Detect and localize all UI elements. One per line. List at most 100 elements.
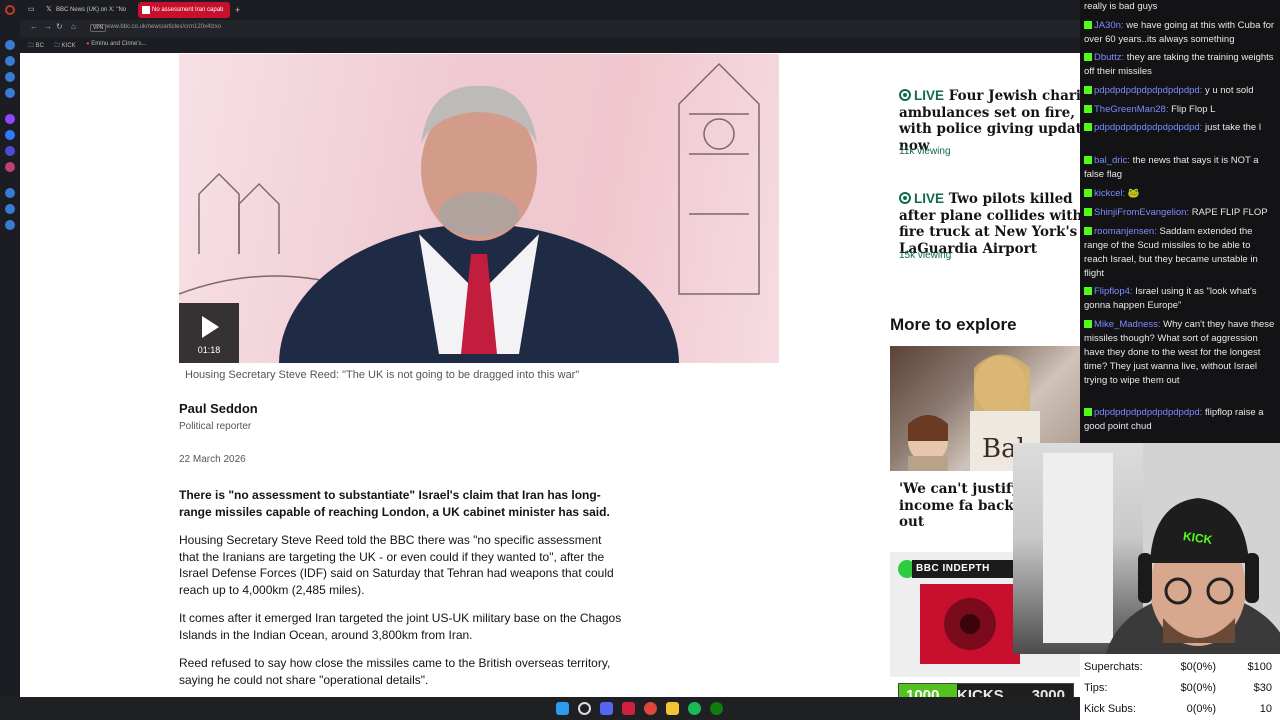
chat-username[interactable]: Mike_Madness: xyxy=(1094,319,1161,330)
publish-date: 22 March 2026 xyxy=(179,454,246,465)
file-explorer-icon[interactable] xyxy=(666,702,679,715)
chat-username[interactable]: Flipflop4: xyxy=(1094,286,1133,297)
windows-taskbar xyxy=(0,697,1080,720)
kick-badge-icon xyxy=(1084,21,1092,29)
home-icon[interactable]: ⌂ xyxy=(71,22,76,31)
kick-badge-icon xyxy=(1084,156,1092,164)
tab-workspaces[interactable]: ▭ xyxy=(24,2,38,18)
kick-badge-icon xyxy=(1084,287,1092,295)
bookmark-folder-bc[interactable]: 🗀 BC xyxy=(28,41,44,51)
settings-icon[interactable] xyxy=(5,220,15,230)
extensions-icon[interactable] xyxy=(5,88,15,98)
article-page: 01:18 Housing Secretary Steve Reed: "The… xyxy=(20,53,1080,697)
player-icon[interactable] xyxy=(5,188,15,198)
kick-badge-icon xyxy=(1084,86,1092,94)
opera-gx-icon[interactable] xyxy=(622,702,635,715)
play-button[interactable]: 01:18 xyxy=(179,303,239,363)
video-still-image xyxy=(179,62,760,363)
chat-username[interactable]: kickcel: xyxy=(1094,188,1125,199)
viewer-count: 11k viewing xyxy=(899,146,951,157)
live-tag: LIVE xyxy=(914,88,945,103)
video-caption: Housing Secretary Steve Reed: "The UK is… xyxy=(185,369,580,381)
chat-username[interactable]: pdpdpdpdpdpdpdpdpdpd: xyxy=(1094,85,1202,96)
streamer-image xyxy=(1043,443,1280,654)
explore-heading: More to explore xyxy=(890,315,1017,334)
donation-stats: Superchats: $0(0%) $100 Tips: $0(0%) $30… xyxy=(1080,654,1280,720)
article-paragraph: Housing Secretary Steve Reed told the BB… xyxy=(179,533,614,597)
chat-message: TheGreenMan28: Flip Flop L xyxy=(1084,103,1276,117)
live-icon xyxy=(899,192,911,204)
chat-message: bal_dric: the news that says it is NOT a… xyxy=(1084,155,1259,180)
xbox-icon[interactable] xyxy=(710,702,723,715)
kick-badge-icon xyxy=(1084,53,1092,61)
x-logo-icon: 𝕏 xyxy=(46,6,52,13)
bookmark-folder-kick[interactable]: 🗀 KICK xyxy=(54,41,76,51)
chat-message: ShinjiFromEvangelion: RAPE FLIP FLOP xyxy=(1084,206,1276,220)
video-player[interactable]: 01:18 xyxy=(179,54,779,363)
article-paragraph: It comes after it emerged Iran targeted … xyxy=(179,611,622,642)
stat-tips: Tips: $0(0%) $30 xyxy=(1084,682,1272,694)
chat-message: pdpdpdpdpdpdpdpdpdpd: y u not sold xyxy=(1084,84,1276,98)
kick-badge-icon xyxy=(1084,105,1092,113)
live-story-link[interactable]: LIVE Four Jewish charity ambulances set … xyxy=(899,88,1080,154)
clock-icon[interactable] xyxy=(5,204,15,214)
chat-message: kickcel: 🐸 xyxy=(1084,187,1276,201)
kick-badge-icon xyxy=(1084,123,1092,131)
back-arrow-icon[interactable]: ← xyxy=(30,22,38,31)
chat-username[interactable]: roomanjensen: xyxy=(1094,226,1157,237)
video-duration: 01:18 xyxy=(197,345,221,355)
bookmarks-bar: 🗀 BC 🗀 KICK ● Eminu and Cinne's... xyxy=(20,37,1080,53)
new-tab-button[interactable]: + xyxy=(232,2,246,18)
vpn-badge[interactable]: VPN xyxy=(90,24,107,32)
kick-badge-icon xyxy=(1084,208,1092,216)
tab-bar: ▭ 𝕏 BBC News (UK) on X: "No No assessmen… xyxy=(20,0,1080,20)
stream-chat[interactable]: really is bad guys JA30n: we have going … xyxy=(1080,0,1280,442)
article-lead-paragraph: There is "no assessment to substantiate"… xyxy=(179,488,610,519)
chat-message: pdpdpdpdpdpdpdpdpdpd: flipflop raise a g… xyxy=(1084,407,1264,432)
address-bar-row: ← → ↻ ⌂ VPN www.bbc.co.uk/news/articles/… xyxy=(20,20,1080,37)
bookmark-eminu[interactable]: ● Eminu and Cinne's... xyxy=(86,41,146,47)
opera-logo-icon[interactable] xyxy=(5,5,15,15)
author-name: Paul Seddon xyxy=(179,401,258,416)
article-paragraph: Reed refused to say how close the missil… xyxy=(179,656,611,687)
kick-badge-icon xyxy=(1084,189,1092,197)
messenger-icon[interactable] xyxy=(5,130,15,140)
live-icon xyxy=(899,89,911,101)
chrome-icon[interactable] xyxy=(644,702,657,715)
viewer-count: 15k viewing xyxy=(899,250,952,261)
chat-username[interactable]: TheGreenMan28: xyxy=(1094,104,1168,115)
history-icon[interactable] xyxy=(5,72,15,82)
forward-arrow-icon[interactable]: → xyxy=(44,22,52,31)
windows-start-icon[interactable] xyxy=(556,702,569,715)
stat-superchats: Superchats: $0(0%) $100 xyxy=(1084,661,1272,673)
stat-kick-subs: Kick Subs: 0(0%) 10 xyxy=(1084,703,1272,715)
chat-username[interactable]: Dbuttz: xyxy=(1094,52,1124,63)
chat-username[interactable]: bal_dric: xyxy=(1094,155,1130,166)
chat-username[interactable]: pdpdpdpdpdpdpdpdpdpd: xyxy=(1094,122,1202,133)
live-tag: LIVE xyxy=(914,191,945,206)
speed-dial-icon[interactable] xyxy=(5,40,15,50)
whatsapp-icon[interactable] xyxy=(5,146,15,156)
tab-label: BBC News (UK) on X: "No xyxy=(56,7,127,13)
spotify-icon[interactable] xyxy=(688,702,701,715)
tab-bbc-article[interactable]: No assessment Iran capab xyxy=(138,2,230,18)
author-role: Political reporter xyxy=(179,421,252,432)
search-icon[interactable] xyxy=(578,702,591,715)
tab-bbc-x[interactable]: 𝕏 BBC News (UK) on X: "No xyxy=(42,2,134,18)
tab-label: No assessment Iran capab xyxy=(152,7,224,13)
instagram-icon[interactable] xyxy=(5,162,15,172)
chat-message: roomanjensen: Saddam extended the range … xyxy=(1084,226,1258,279)
chat-message: Mike_Madness: Why can't they have these … xyxy=(1084,319,1275,386)
chat-message: Flipflop4: Israel using it as "look what… xyxy=(1084,286,1257,311)
chat-username[interactable]: JA30n: xyxy=(1094,20,1124,31)
play-icon xyxy=(202,316,219,338)
live-story-link[interactable]: LIVE Two pilots killed after plane colli… xyxy=(899,191,1080,257)
reload-icon[interactable]: ↻ xyxy=(56,22,63,31)
url-input[interactable]: www.bbc.co.uk/news/articles/crm120x4lzxo xyxy=(106,24,221,30)
chat-username[interactable]: ShinjiFromEvangelion: xyxy=(1094,207,1189,218)
discord-icon[interactable] xyxy=(600,702,613,715)
bbc-favicon-icon xyxy=(142,6,150,14)
chat-username[interactable]: pdpdpdpdpdpdpdpdpdpd: xyxy=(1094,407,1202,418)
twitch-icon[interactable] xyxy=(5,114,15,124)
bookmarks-icon[interactable] xyxy=(5,56,15,66)
